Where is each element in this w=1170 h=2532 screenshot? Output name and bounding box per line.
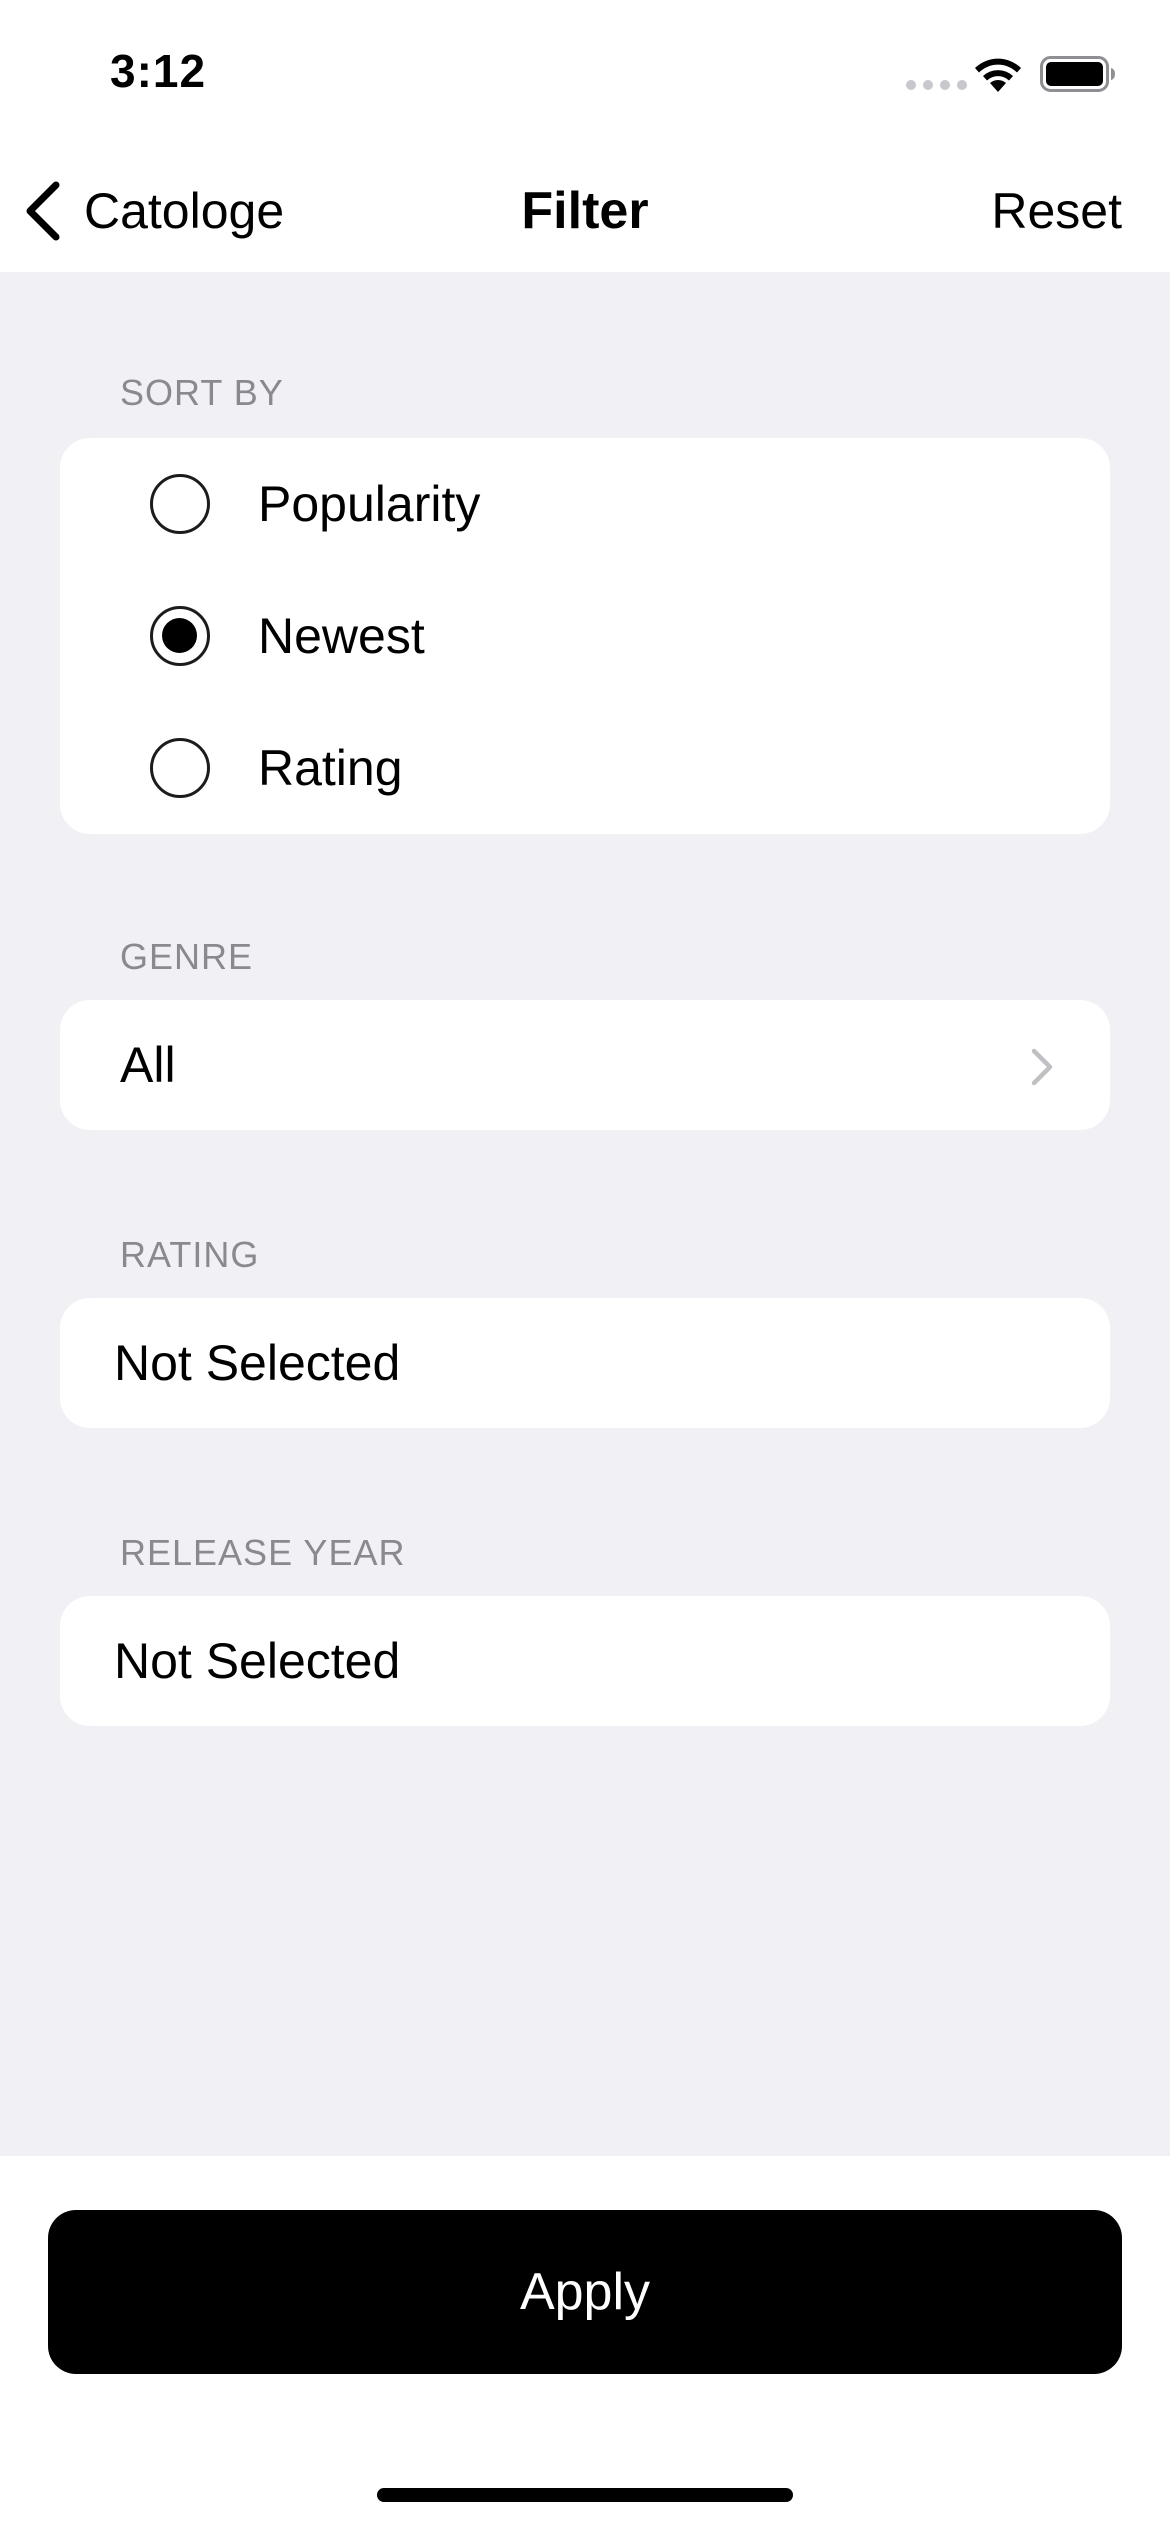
rating-value: Not Selected (114, 1335, 401, 1391)
genre-header: GENRE (120, 936, 254, 977)
home-indicator (377, 2488, 793, 2502)
radio-unselected-icon (150, 474, 210, 534)
sort-by-header: SORT BY (120, 372, 284, 413)
reset-button[interactable]: Reset (991, 150, 1122, 272)
genre-value: All (120, 1037, 176, 1093)
filter-content: SORT BY Popularity Newest Rating GENRE A… (0, 272, 1170, 2156)
back-button[interactable]: Catologe (20, 150, 284, 272)
wifi-icon (975, 58, 1021, 92)
sort-option-rating[interactable]: Rating (60, 702, 1110, 834)
battery-icon (1040, 56, 1115, 92)
back-label: Catologe (84, 183, 285, 239)
release-year-value: Not Selected (114, 1633, 401, 1689)
radio-unselected-icon (150, 738, 210, 798)
rating-header: RATING (120, 1234, 260, 1275)
status-time: 3:12 (110, 45, 207, 97)
release-year-header: RELEASE YEAR (120, 1532, 406, 1573)
filter-screen: 3:12 Catologe Filter Reset SORT BY Popul… (0, 0, 1170, 2532)
status-bar: 3:12 (0, 0, 1170, 150)
sort-by-card: Popularity Newest Rating (60, 438, 1110, 834)
sort-option-newest[interactable]: Newest (60, 570, 1110, 702)
apply-button[interactable]: Apply (48, 2210, 1122, 2374)
chevron-left-icon (26, 181, 60, 241)
navigation-bar: Catologe Filter Reset (0, 150, 1170, 272)
release-year-row[interactable]: Not Selected (60, 1596, 1110, 1726)
sort-option-label: Newest (258, 608, 425, 664)
rating-row[interactable]: Not Selected (60, 1298, 1110, 1428)
radio-selected-icon (150, 606, 210, 666)
sort-option-label: Popularity (258, 476, 481, 532)
genre-row[interactable]: All (60, 1000, 1110, 1130)
bottom-bar: Apply (0, 2156, 1170, 2532)
sort-option-label: Rating (258, 740, 403, 796)
cellular-signal-icon (906, 80, 967, 90)
sort-option-popularity[interactable]: Popularity (60, 438, 1110, 570)
chevron-right-icon (1031, 1048, 1053, 1086)
